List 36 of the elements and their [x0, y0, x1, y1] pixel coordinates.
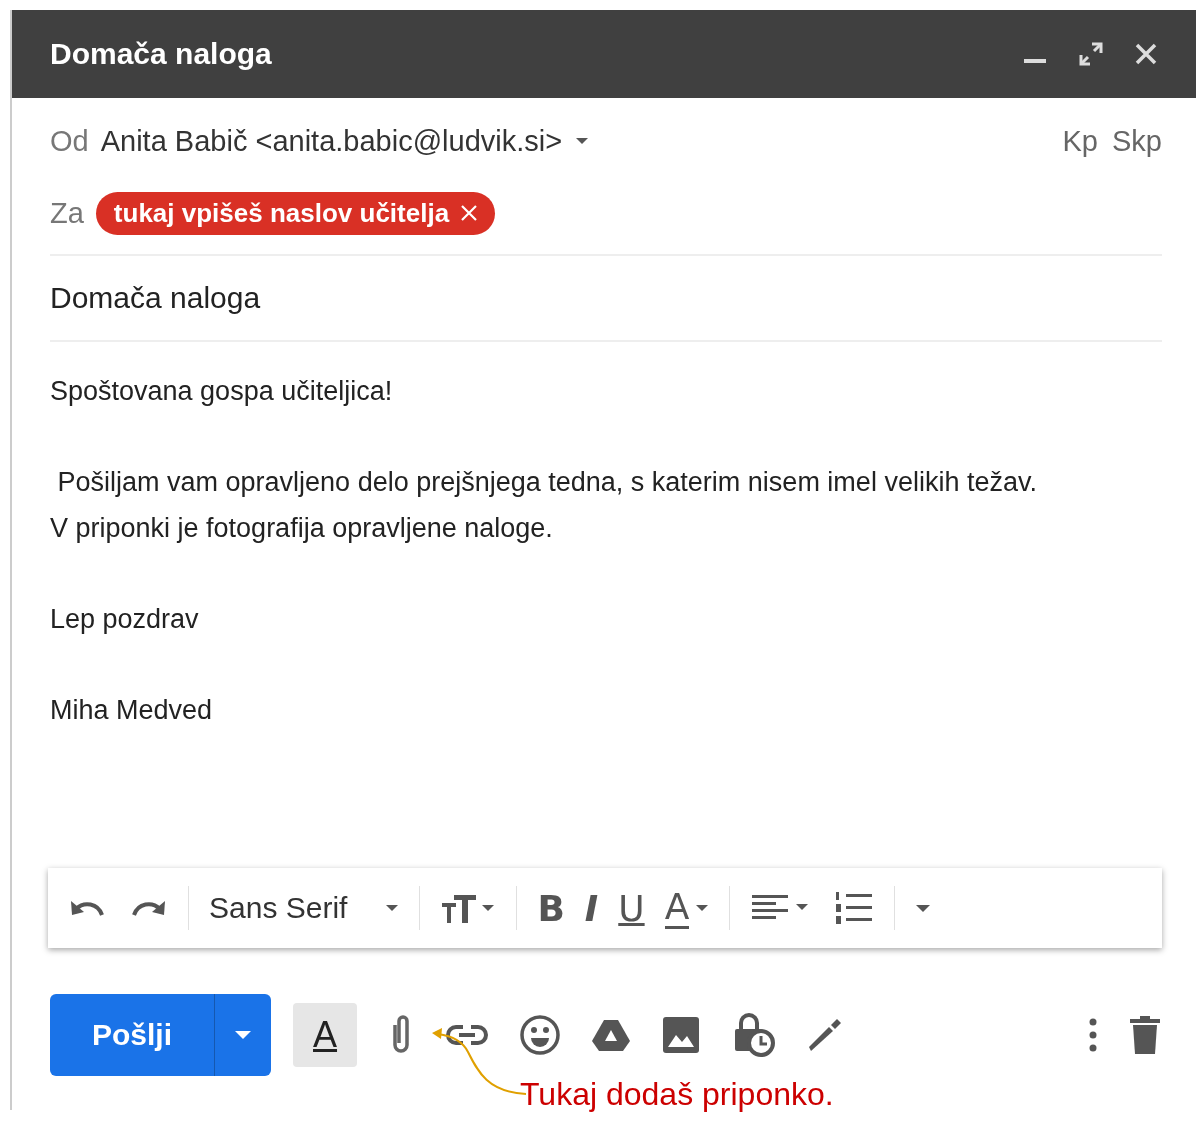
body-text: Lep pozdrav	[50, 603, 200, 636]
body-text: Pošiljam vam opravljeno delo prejšnjega tedna, s katerim nisem imel velikih težav.	[56, 466, 1038, 499]
close-icon[interactable]	[1134, 42, 1158, 66]
drive-icon[interactable]	[591, 1017, 632, 1053]
image-icon[interactable]	[661, 1015, 702, 1055]
message-body[interactable]: Spoštovana gospa učiteljica! Pošiljam vam opravljeno delo prejšnjega tedna, s katerim nisem imel velikih težav. V priponki je fotografija opravljene naloge. Lep pozdrav Miha Medved	[50, 342, 1162, 868]
annotation-text: Tukaj dodaš priponko.	[520, 1076, 834, 1112]
bold-button[interactable]: B	[537, 887, 565, 929]
more-options-icon[interactable]	[1088, 1017, 1098, 1053]
subject-field[interactable]: Domača naloga	[50, 256, 1162, 342]
send-button[interactable]: Pošlji	[50, 994, 216, 1076]
more-options-caret-icon[interactable]	[915, 903, 932, 913]
formatting-options-button[interactable]: A	[293, 1003, 358, 1067]
underline-button[interactable]: U	[618, 887, 645, 929]
trash-icon[interactable]	[1128, 1015, 1162, 1055]
font-dropdown[interactable]: Sans Serif	[209, 891, 400, 925]
caret-icon[interactable]	[574, 136, 591, 146]
window-title: Domača naloga	[50, 37, 273, 71]
bcc-link[interactable]: Skp	[1112, 124, 1162, 158]
from-label: Od	[50, 124, 89, 158]
cc-link[interactable]: Kp	[1062, 124, 1098, 158]
italic-button[interactable]: I	[584, 887, 599, 929]
caret-icon[interactable]	[385, 903, 400, 913]
body-text: V priponki je fotografija opravljene naloge.	[50, 512, 554, 545]
smiley-icon[interactable]	[519, 1014, 562, 1056]
body-text: Miha Medved	[50, 694, 214, 727]
caret-icon[interactable]	[695, 903, 710, 913]
expand-icon[interactable]	[1078, 41, 1104, 67]
body-text: Spoštovana gospa učiteljica!	[50, 375, 394, 408]
recipient-chip[interactable]: tukaj vpišeš naslov učitelja	[95, 191, 496, 235]
sender-address[interactable]: Anita Babič <anita.babic@ludvik.si>	[100, 124, 563, 158]
to-label: Za	[50, 196, 84, 230]
link-icon[interactable]	[445, 1022, 490, 1048]
text-color-button[interactable]: A	[664, 887, 710, 929]
numbered-list-icon[interactable]	[834, 890, 875, 926]
remove-icon[interactable]	[459, 203, 480, 223]
